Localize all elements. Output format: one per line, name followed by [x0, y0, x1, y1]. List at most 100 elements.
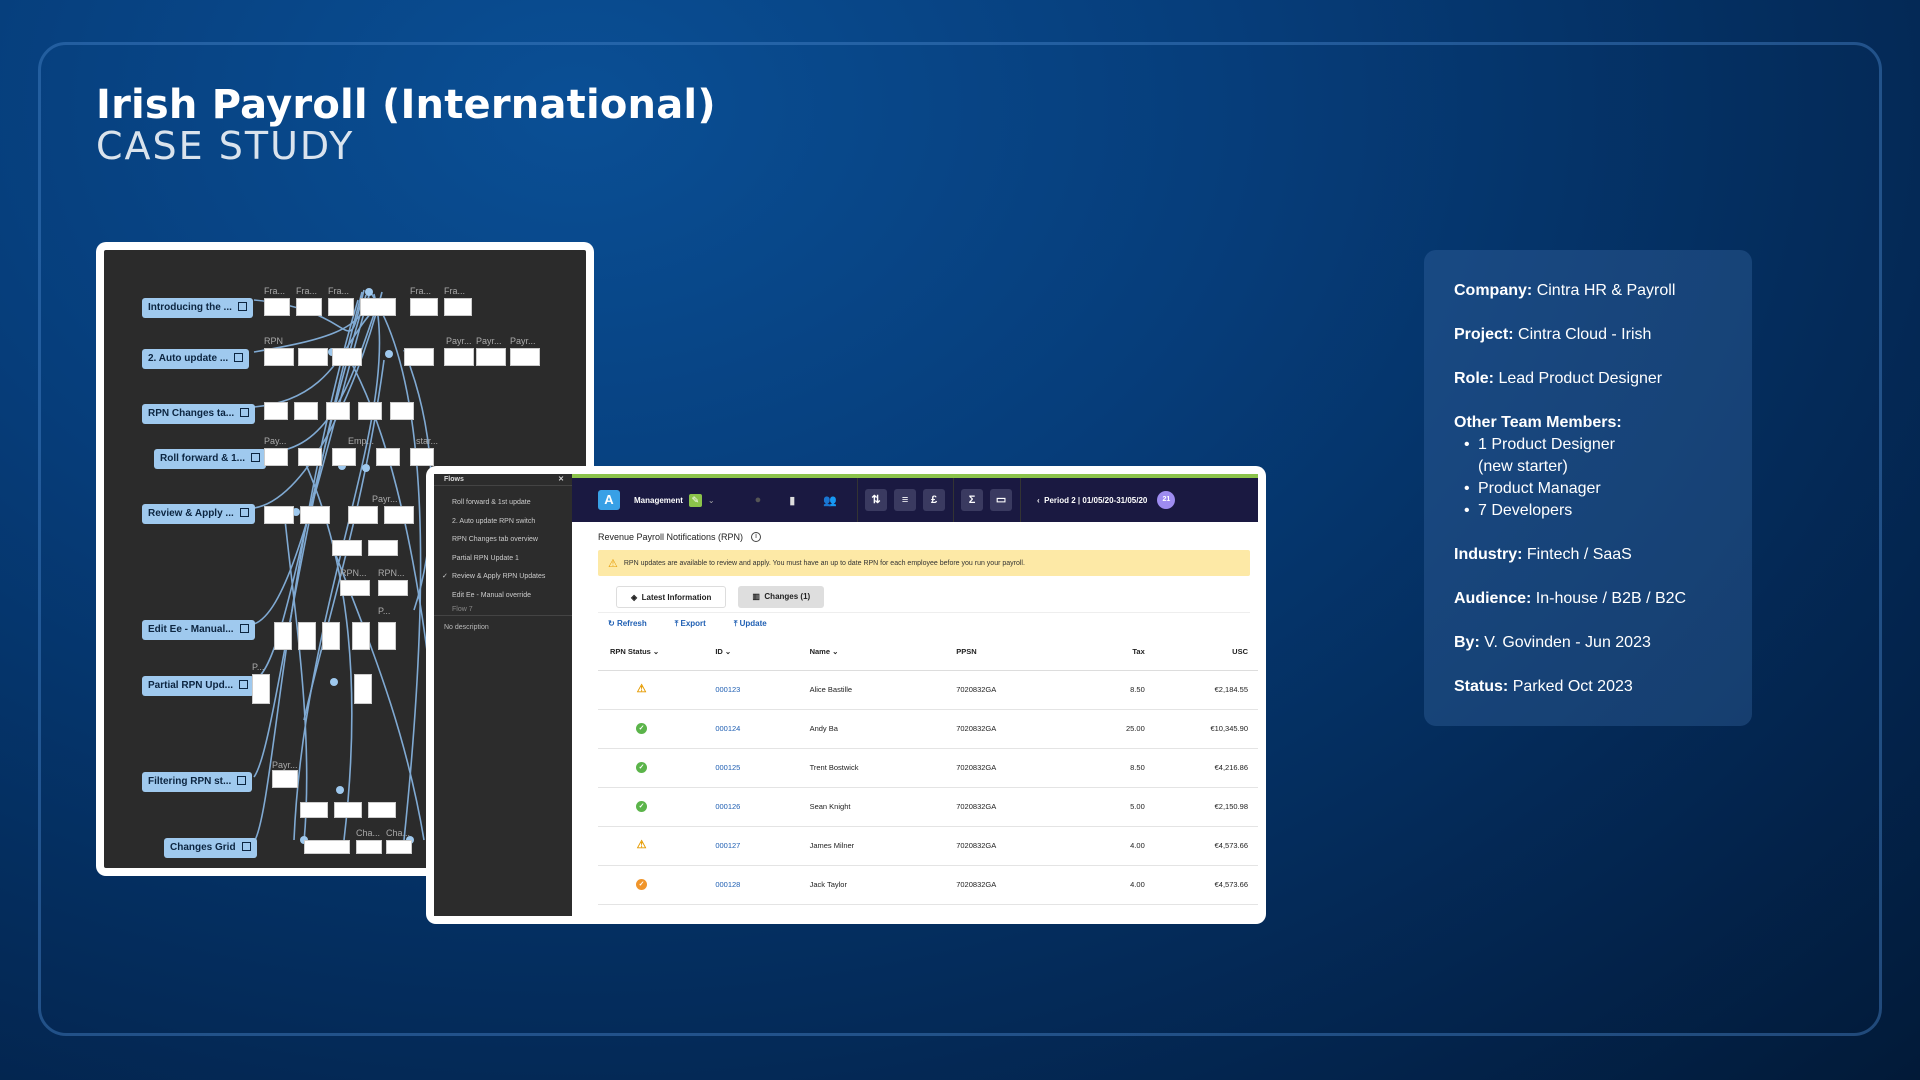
tab-changes[interactable]: ▥ Changes (1) [738, 586, 825, 608]
employee-usc: €2,184.55 [1144, 670, 1258, 710]
flow-description: No description [434, 615, 572, 639]
column-header-ppsn[interactable]: PPSN [956, 634, 1061, 671]
bar-chart-icon[interactable]: ▮ [789, 494, 795, 507]
close-icon[interactable]: ✕ [558, 475, 564, 483]
frame-thumbnail [334, 802, 362, 818]
period-selector[interactable]: ‹ Period 2 | 01/05/20-31/05/20 [1037, 496, 1147, 505]
period-badge[interactable]: 21 [1157, 491, 1176, 509]
employee-id-link[interactable]: 000124 [715, 709, 810, 749]
play-icon [251, 453, 261, 462]
tab-latest-information[interactable]: ◈ Latest Information [616, 586, 727, 608]
frame-tag: Payr... [476, 336, 502, 346]
frame-tag: Cha... [356, 828, 381, 838]
frame-thumbnail [390, 402, 414, 420]
flow-item-active[interactable]: Review & Apply RPN Updates [434, 568, 572, 587]
edit-icon[interactable]: ✎ [688, 493, 702, 507]
frame-thumbnail [332, 540, 362, 556]
pound-icon[interactable]: £ [923, 489, 946, 511]
employee-name: Sean Knight [809, 787, 957, 827]
employee-ppsn: 7020832GA [956, 748, 1061, 788]
refresh-button[interactable]: ↻ Refresh [608, 619, 661, 628]
list-add-icon[interactable]: ≡ [894, 489, 917, 511]
employee-tax: 4.00 [1060, 865, 1145, 905]
info-audience: Audience: In-house / B2B / B2C [1454, 590, 1687, 607]
frame-thumbnail [296, 298, 322, 316]
employee-id-link[interactable]: 000123 [715, 670, 810, 710]
flow-label: Review & Apply ... [142, 504, 255, 524]
play-icon [240, 408, 250, 417]
table-row[interactable]: ⚠ 000123 Alice Bastille 7020832GA 8.50 €… [598, 670, 1258, 710]
sort-icon[interactable]: ⇅ [865, 489, 888, 511]
info-team: Other Team Members: 1 Product Designer(n… [1454, 412, 1722, 522]
flow-item[interactable]: Roll forward & 1st update [434, 494, 572, 513]
frame-tag: Fra... [296, 286, 318, 296]
frame-thumbnail [384, 506, 414, 524]
info-industry: Industry: Fintech / SaaS [1454, 546, 1632, 563]
frame-thumbnail [298, 448, 322, 466]
flow-label: 2. Auto update ... [142, 349, 250, 369]
frame-thumbnail [264, 298, 290, 316]
table-row[interactable]: ✓ 000125 Trent Bostwick 7020832GA 8.50 €… [598, 748, 1258, 788]
frame-tag: Cha... [386, 828, 411, 838]
book-icon[interactable]: ▭ [990, 489, 1013, 511]
play-icon [239, 508, 249, 517]
info-icon[interactable]: i [751, 532, 762, 542]
frame-thumbnail [354, 674, 372, 704]
frame-tag: Payr... [372, 494, 398, 504]
export-button[interactable]: ⤒ Export [675, 619, 720, 629]
check-icon: ✓ [636, 762, 647, 773]
employee-tax: 4.00 [1060, 826, 1145, 866]
flow-label: Changes Grid [164, 838, 257, 858]
chevron-down-icon[interactable]: ⌄ [708, 496, 715, 505]
frame-thumbnail [264, 506, 294, 524]
table-row[interactable]: ✓ 000126 Sean Knight 7020832GA 5.00 €2,1… [598, 787, 1258, 827]
update-button[interactable]: ⤒ Update [734, 619, 781, 629]
frame-thumbnail [298, 622, 316, 650]
play-icon [234, 353, 244, 362]
play-icon [239, 680, 249, 689]
flow-item[interactable]: Partial RPN Update 1 [434, 550, 572, 569]
column-header-tax[interactable]: Tax [1060, 634, 1145, 671]
frame-thumbnail [348, 506, 378, 524]
column-header-usc[interactable]: USC [1144, 634, 1258, 671]
info-icon[interactable]: ● [755, 494, 762, 506]
frame-thumbnail [300, 802, 328, 818]
table-row[interactable]: ⚠ 000127 James Milner 7020832GA 4.00 €4,… [598, 826, 1258, 866]
frame-tag: Payr... [510, 336, 536, 346]
flows-sidebar: Flows ✕ Roll forward & 1st update 2. Auto… [434, 474, 572, 916]
column-header-status[interactable]: RPN Status ⌄ [598, 634, 716, 671]
app-logo[interactable]: A [598, 490, 620, 510]
info-company: Company: Cintra HR & Payroll [1454, 282, 1676, 299]
workspace-name[interactable]: Management [634, 496, 683, 505]
flows-header: Flows ✕ [434, 474, 572, 486]
frame-thumbnail [360, 298, 396, 316]
frame-thumbnail [326, 402, 350, 420]
pending-icon: ✓ [636, 879, 647, 890]
frame-thumbnail [510, 348, 540, 366]
employee-id-link[interactable]: 000127 [715, 826, 810, 866]
users-icon[interactable]: 👥 [823, 494, 837, 507]
table-row[interactable]: ✓ 000128 Jack Taylor 7020832GA 4.00 €4,5… [598, 865, 1258, 905]
flow-item[interactable]: 2. Auto update RPN switch [434, 513, 572, 532]
sigma-icon[interactable]: Σ [961, 489, 984, 511]
column-header-name[interactable]: Name ⌄ [809, 634, 957, 671]
frame-thumbnail [340, 580, 370, 596]
frame-thumbnail [410, 298, 438, 316]
column-header-id[interactable]: ID ⌄ [715, 634, 810, 671]
main-content: A Management ✎ ⌄ ● ▮ 👥 ⇅ ≡ £ Σ ▭ ‹ Perio… [572, 474, 1258, 916]
table-row[interactable]: ✓ 000124 Andy Ba 7020832GA 25.00 €10,345… [598, 709, 1258, 749]
frame-thumbnail [410, 448, 434, 466]
employee-id-link[interactable]: 000125 [715, 748, 810, 788]
flow-item[interactable]: Flow 7 [434, 605, 572, 615]
check-icon: ✓ [636, 723, 647, 734]
employee-id-link[interactable]: 000126 [715, 787, 810, 827]
flow-item[interactable]: Edit Ee - Manual override [434, 587, 572, 606]
employee-id-link[interactable]: 000128 [715, 865, 810, 905]
frame-thumbnail [444, 348, 474, 366]
check-icon: ✓ [636, 801, 647, 812]
info-role: Role: Lead Product Designer [1454, 370, 1663, 387]
flow-item[interactable]: RPN Changes tab overview [434, 531, 572, 550]
team-member: 1 Product Designer(new starter) [1464, 434, 1722, 478]
employee-ppsn: 7020832GA [956, 670, 1061, 710]
employee-tax: 8.50 [1060, 748, 1145, 788]
